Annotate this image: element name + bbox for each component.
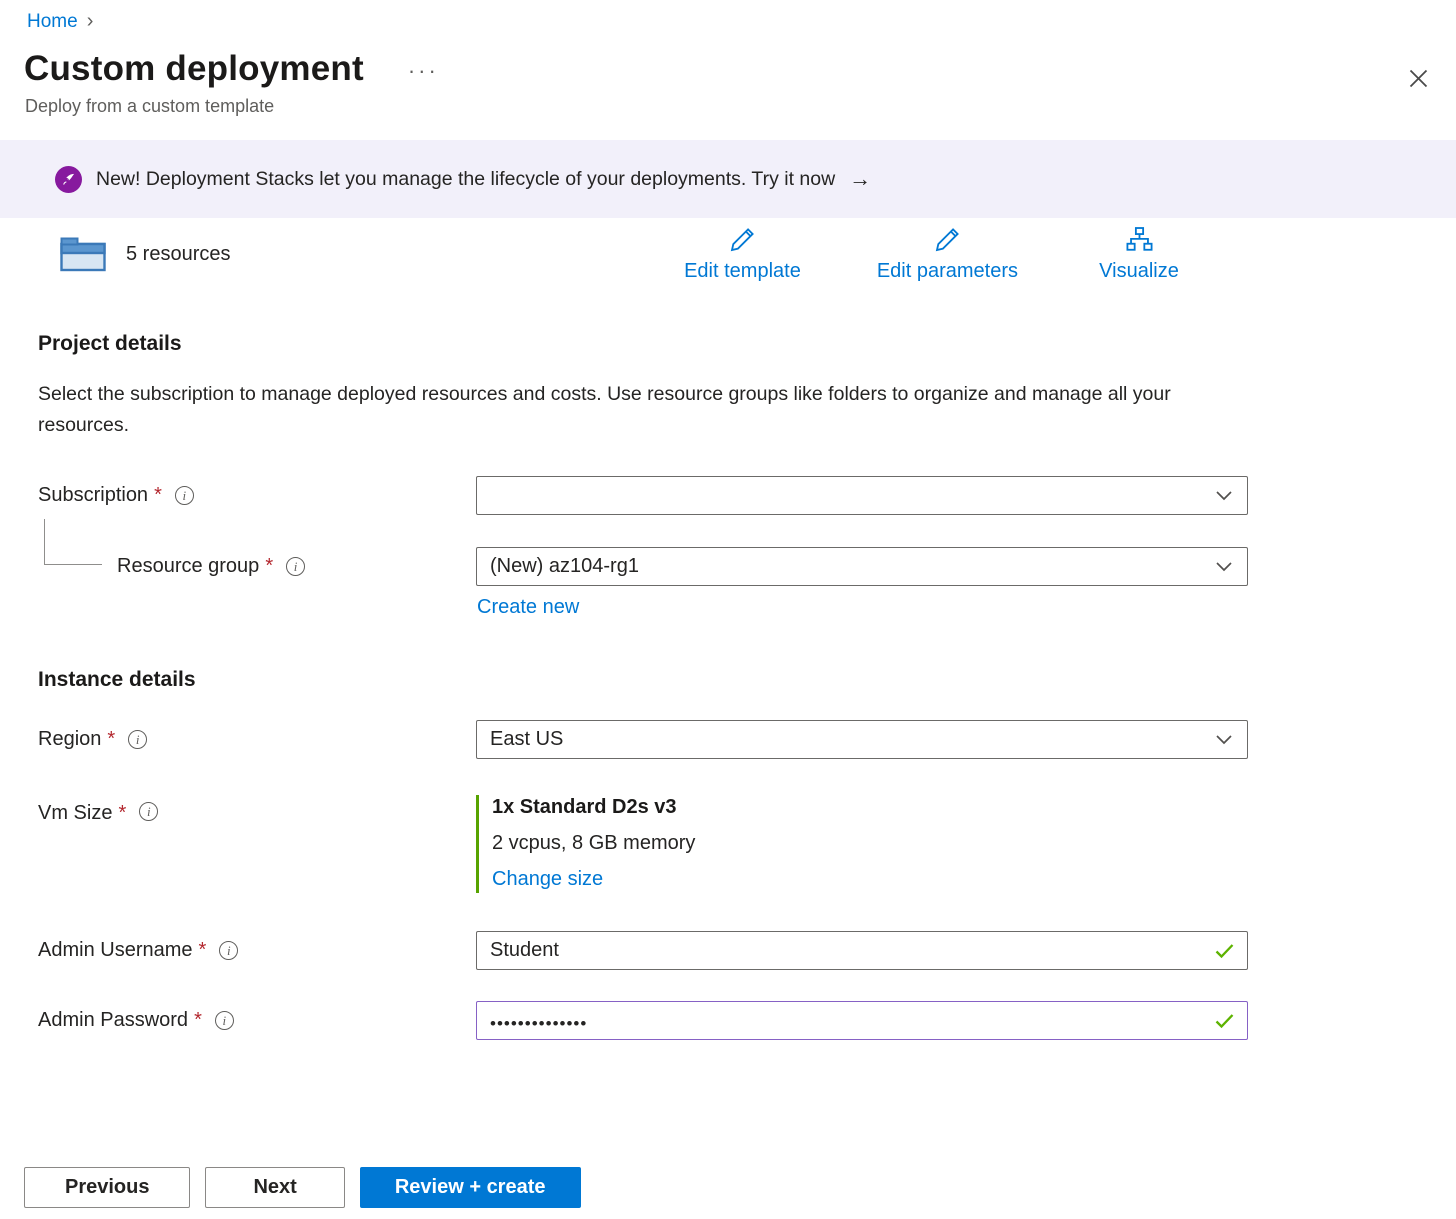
region-label: Region xyxy=(38,728,101,751)
footer-actions: Previous Next Review + create xyxy=(24,1167,581,1208)
admin-password-row: Admin Password * •••••••••••••• xyxy=(38,1001,1456,1040)
valid-check-icon xyxy=(1215,943,1234,958)
admin-password-input[interactable]: •••••••••••••• xyxy=(476,1001,1248,1040)
vm-size-label: Vm Size xyxy=(38,802,112,825)
subscription-connector-line xyxy=(44,519,102,565)
vm-size-row: Vm Size * 1x Standard D2s v3 2 vcpus, 8 … xyxy=(38,795,1456,893)
subscription-label-group: Subscription * xyxy=(38,476,476,515)
resource-group-value: (New) az104-rg1 xyxy=(490,555,639,578)
resource-group-label: Resource group xyxy=(117,555,259,578)
admin-username-label: Admin Username xyxy=(38,939,193,962)
vm-size-title: 1x Standard D2s v3 xyxy=(492,796,1248,819)
template-info: 5 resources xyxy=(60,237,231,272)
required-asterisk: * xyxy=(118,802,126,825)
required-asterisk: * xyxy=(199,939,207,962)
edit-parameters-label: Edit parameters xyxy=(877,260,1018,283)
admin-username-input[interactable]: Student xyxy=(476,931,1248,970)
required-asterisk: * xyxy=(194,1009,202,1032)
project-form: Subscription * Resource group * xyxy=(0,476,1456,619)
announcement-banner[interactable]: New! Deployment Stacks let you manage th… xyxy=(0,140,1456,218)
close-icon[interactable] xyxy=(1404,64,1432,92)
template-actions: Edit template Edit parameters Visua xyxy=(684,225,1184,283)
edit-template-button[interactable]: Edit template xyxy=(684,225,801,283)
vm-size-specs: 2 vcpus, 8 GB memory xyxy=(492,832,1248,855)
admin-password-control: •••••••••••••• xyxy=(476,1001,1248,1040)
info-icon[interactable] xyxy=(175,486,194,505)
breadcrumb: Home › xyxy=(0,0,1456,33)
review-create-button[interactable]: Review + create xyxy=(360,1167,581,1208)
subscription-label: Subscription xyxy=(38,484,148,507)
region-row: Region * East US xyxy=(38,720,1456,759)
resource-count: 5 resources xyxy=(126,243,231,266)
vm-size-summary: 1x Standard D2s v3 2 vcpus, 8 GB memory … xyxy=(476,795,1248,893)
template-icon xyxy=(60,237,107,272)
visualize-button[interactable]: Visualize xyxy=(1094,225,1184,283)
region-select[interactable]: East US xyxy=(476,720,1248,759)
title-row: Custom deployment ··· xyxy=(24,49,1432,89)
breadcrumb-home-link[interactable]: Home xyxy=(27,11,78,33)
region-control: East US xyxy=(476,720,1248,759)
change-size-link[interactable]: Change size xyxy=(492,868,603,891)
valid-check-icon xyxy=(1215,1013,1234,1028)
admin-username-label-group: Admin Username * xyxy=(38,931,476,970)
info-icon[interactable] xyxy=(219,941,238,960)
rocket-icon xyxy=(55,166,82,193)
edit-template-label: Edit template xyxy=(684,260,801,283)
custom-deployment-page: Home › Custom deployment ··· Deploy from… xyxy=(0,0,1456,1219)
region-value: East US xyxy=(490,728,563,751)
vm-size-label-group: Vm Size * xyxy=(38,795,476,834)
subscription-row: Subscription * xyxy=(38,476,1456,515)
visualize-label: Visualize xyxy=(1099,260,1179,283)
resource-group-control: (New) az104-rg1 Create new xyxy=(476,547,1248,619)
page-subtitle: Deploy from a custom template xyxy=(25,96,1456,117)
previous-button[interactable]: Previous xyxy=(24,1167,190,1208)
instance-details-heading: Instance details xyxy=(38,668,1456,692)
subscription-control xyxy=(476,476,1248,515)
admin-password-label-group: Admin Password * xyxy=(38,1001,476,1040)
info-icon[interactable] xyxy=(139,802,158,821)
info-icon[interactable] xyxy=(128,730,147,749)
instance-form: Region * East US Vm Size * xyxy=(0,720,1456,1040)
next-button[interactable]: Next xyxy=(205,1167,344,1208)
vm-size-control: 1x Standard D2s v3 2 vcpus, 8 GB memory … xyxy=(476,795,1248,893)
required-asterisk: * xyxy=(154,484,162,507)
chevron-down-icon xyxy=(1216,735,1232,745)
subscription-select[interactable] xyxy=(476,476,1248,515)
resource-group-label-group: Resource group * xyxy=(38,547,476,586)
breadcrumb-chevron-icon: › xyxy=(87,10,94,33)
required-asterisk: * xyxy=(107,728,115,751)
visualize-icon xyxy=(1124,225,1155,259)
chevron-down-icon xyxy=(1216,491,1232,501)
edit-parameters-button[interactable]: Edit parameters xyxy=(877,225,1018,283)
more-menu-button[interactable]: ··· xyxy=(408,54,439,84)
banner-message: New! Deployment Stacks let you manage th… xyxy=(96,168,835,191)
page-title: Custom deployment xyxy=(24,49,364,89)
template-bar: 5 resources Edit template Edit parameter… xyxy=(0,225,1456,283)
info-icon[interactable] xyxy=(286,557,305,576)
pencil-icon xyxy=(727,225,758,259)
admin-username-row: Admin Username * Student xyxy=(38,931,1456,970)
resource-group-row: Resource group * (New) az104-rg1 Create … xyxy=(38,547,1456,619)
project-details-heading: Project details xyxy=(38,332,1456,356)
region-label-group: Region * xyxy=(38,720,476,759)
create-new-link[interactable]: Create new xyxy=(477,596,579,619)
pencil-icon xyxy=(932,225,963,259)
chevron-down-icon xyxy=(1216,562,1232,572)
required-asterisk: * xyxy=(265,555,273,578)
admin-password-value: •••••••••••••• xyxy=(490,1008,587,1034)
admin-password-label: Admin Password xyxy=(38,1009,188,1032)
admin-username-control: Student xyxy=(476,931,1248,970)
admin-username-value: Student xyxy=(490,939,559,962)
project-details-description: Select the subscription to manage deploy… xyxy=(38,379,1198,441)
arrow-right-icon[interactable]: → xyxy=(849,166,871,192)
resource-group-select[interactable]: (New) az104-rg1 xyxy=(476,547,1248,586)
info-icon[interactable] xyxy=(215,1011,234,1030)
